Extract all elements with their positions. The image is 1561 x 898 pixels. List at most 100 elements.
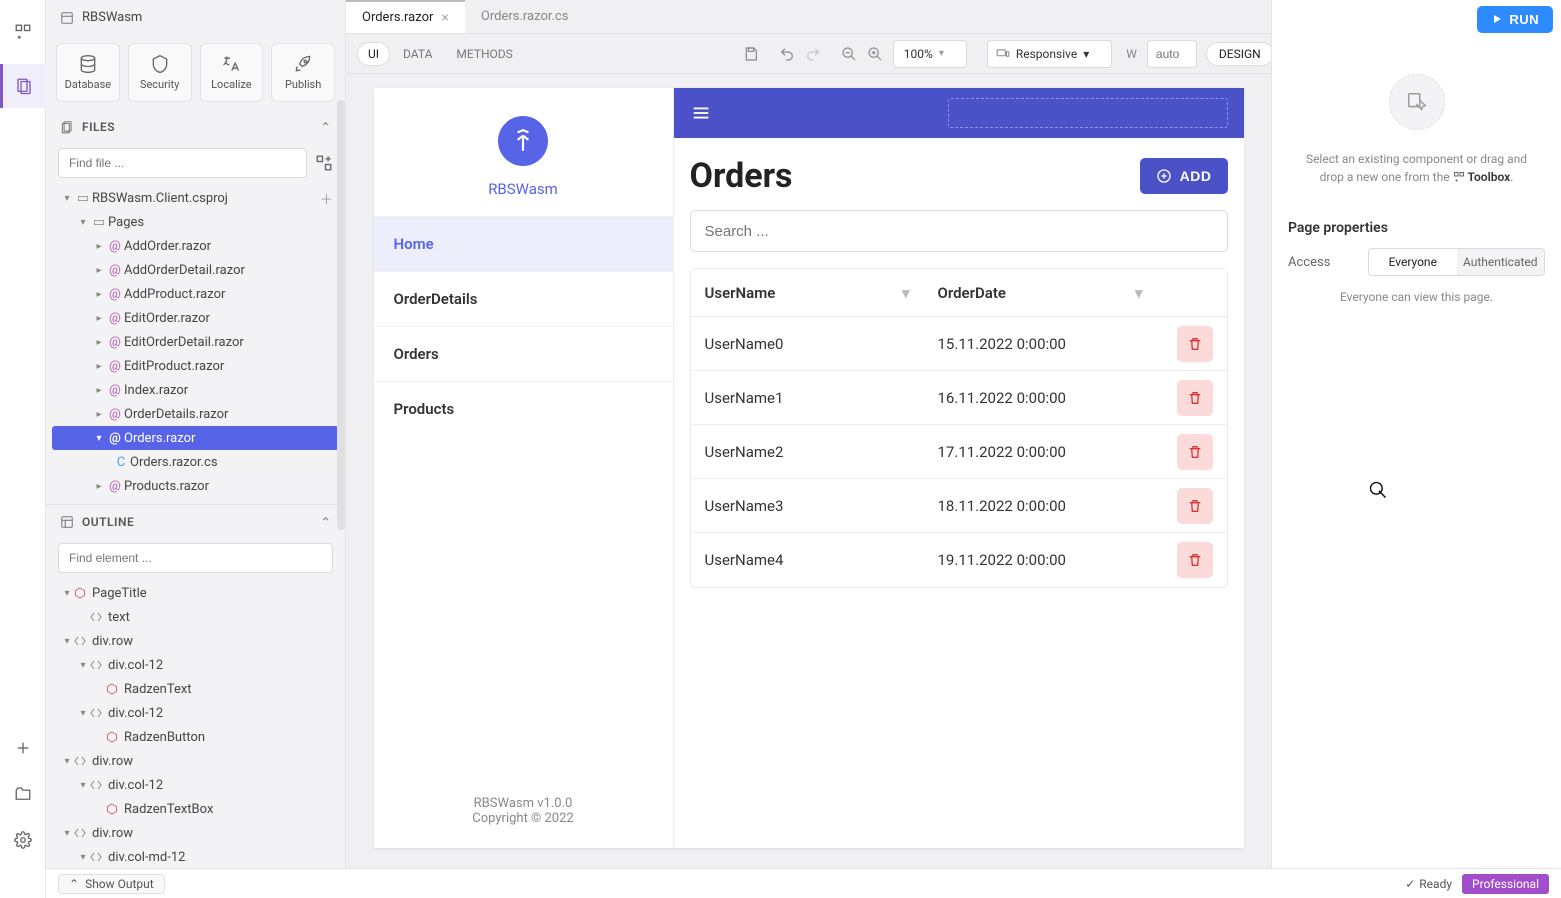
tree-item[interactable]: ▸@EditProduct.razor [52,354,339,378]
chevron-up-icon[interactable]: ⌃ [320,120,331,134]
undo-icon[interactable] [779,41,795,67]
tag-icon [90,779,108,791]
tree-root[interactable]: ▾▭RBSWasm.Client.csproj＋ [52,186,339,210]
filter-icon[interactable]: ▾ [902,284,910,302]
col-orderdate[interactable]: OrderDate▾ [924,284,1157,302]
brand-logo [498,116,548,166]
file-search-input[interactable] [58,148,307,178]
width-input[interactable] [1147,40,1197,68]
project-name: RBSWasm [82,10,142,25]
card-security[interactable]: Security [128,43,192,102]
tag-icon [90,611,108,623]
run-button[interactable]: RUN [1477,6,1553,33]
device-select[interactable]: Responsive▾ [987,40,1112,68]
col-username[interactable]: UserName▾ [691,284,924,302]
tree-item[interactable]: ▸@AddProduct.razor [52,282,339,306]
canvas-area[interactable]: RBSWasm Home OrderDetails Orders Product… [346,74,1271,898]
zoom-in-icon[interactable] [867,41,883,67]
outline-item[interactable]: RadzenTextBox [52,797,339,821]
save-icon[interactable] [743,41,759,67]
table-row[interactable]: UserName1 16.11.2022 0:00:00 [691,371,1227,425]
zoom-select[interactable]: 100%▾ [893,40,967,68]
mode-methods[interactable]: METHODS [446,43,522,65]
settings-icon[interactable] [9,826,37,854]
outline-item[interactable]: text [52,605,339,629]
add-icon[interactable] [9,734,37,762]
access-everyone[interactable]: Everyone [1369,249,1457,275]
zoom-out-icon[interactable] [841,41,857,67]
delete-button[interactable] [1177,326,1213,362]
delete-button[interactable] [1177,380,1213,416]
files-header[interactable]: FILES ⌃ [46,110,345,144]
header-dropzone[interactable] [948,98,1228,128]
outline-item[interactable]: ▾div.row [52,821,339,845]
tree-item[interactable]: ▸@EditOrder.razor [52,306,339,330]
show-output-button[interactable]: ⌃ Show Output [58,874,165,894]
cell-orderdate: 18.11.2022 0:00:00 [924,497,1157,515]
toolbox-icon [1453,171,1465,183]
grid-search[interactable] [690,210,1228,252]
table-row[interactable]: UserName4 19.11.2022 0:00:00 [691,533,1227,587]
card-database[interactable]: Database [56,43,120,102]
delete-button[interactable] [1177,488,1213,524]
tree-item[interactable]: ▸@AddOrder.razor [52,234,339,258]
outline-item[interactable]: RadzenText [52,677,339,701]
outline-item[interactable]: ▾PageTitle [52,581,339,605]
card-localize[interactable]: Localize [200,43,264,102]
open-folder-icon[interactable] [9,780,37,808]
card-publish[interactable]: Publish [271,43,335,102]
outline-item[interactable]: ▾div.col-12 [52,653,339,677]
outline-header[interactable]: OUTLINE ⌃ [46,504,345,539]
translate-icon [221,54,241,74]
project-title-row[interactable]: RBSWasm [46,0,345,35]
outline-item[interactable]: RadzenButton [52,725,339,749]
tab-active[interactable]: Orders.razor× [346,0,465,33]
tree-item[interactable]: ▸@OrderDetails.razor [52,402,339,426]
outline-item[interactable]: ▾div.row [52,749,339,773]
table-row[interactable]: UserName3 18.11.2022 0:00:00 [691,479,1227,533]
table-row[interactable]: UserName2 17.11.2022 0:00:00 [691,425,1227,479]
nav-orders[interactable]: Orders [374,326,673,381]
tree-pages[interactable]: ▾▭Pages [52,210,339,234]
copy-icon [60,120,74,134]
redo-icon[interactable] [805,41,821,67]
hamburger-icon[interactable] [690,102,712,124]
mode-data[interactable]: DATA [393,43,442,65]
view-design[interactable]: DESIGN [1207,43,1273,65]
chevron-up-icon[interactable]: ⌃ [320,515,331,529]
add-button[interactable]: ADD [1140,158,1228,194]
page-properties-header: Page properties [1272,208,1561,244]
access-authenticated[interactable]: Authenticated [1457,249,1545,275]
mode-ui[interactable]: UI [358,43,389,65]
plus-icon[interactable]: ＋ [320,189,333,208]
outline-item[interactable]: ▾div.col-md-12 [52,845,339,869]
add-related-icon[interactable] [315,154,333,172]
tab[interactable]: Orders.razor.cs [465,0,585,33]
delete-button[interactable] [1177,542,1213,578]
tree-item-selected[interactable]: ▾@Orders.razor [52,426,339,450]
explorer-icon[interactable] [0,64,46,108]
chevron-up-icon: ⌃ [69,877,79,891]
tree-item[interactable]: ▸@Index.razor [52,378,339,402]
nav-home[interactable]: Home [374,216,673,271]
table-row[interactable]: UserName0 15.11.2022 0:00:00 [691,317,1227,371]
tree-item[interactable]: ▸@AddOrderDetail.razor [52,258,339,282]
outline-item[interactable]: ▾div.row [52,629,339,653]
outline-header-label: OUTLINE [82,515,134,529]
close-icon[interactable]: × [441,10,448,26]
tag-icon [74,755,92,767]
outline-search-input[interactable] [58,543,333,573]
tree-item[interactable]: ▸@EditOrderDetail.razor [52,330,339,354]
tabs-bar: Orders.razor× Orders.razor.cs [346,0,1271,34]
toolbox-icon[interactable] [9,18,37,46]
tree-item-child[interactable]: COrders.razor.cs [52,450,339,474]
outline-item[interactable]: ▾div.col-12 [52,701,339,725]
scrollbar[interactable] [337,100,345,530]
outline-item[interactable]: ▾div.col-12 [52,773,339,797]
delete-button[interactable] [1177,434,1213,470]
nav-orderdetails[interactable]: OrderDetails [374,271,673,326]
tree-item[interactable]: ▸@Products.razor [52,474,339,498]
page-title: Orders [690,156,793,196]
filter-icon[interactable]: ▾ [1135,284,1143,302]
nav-products[interactable]: Products [374,381,673,436]
